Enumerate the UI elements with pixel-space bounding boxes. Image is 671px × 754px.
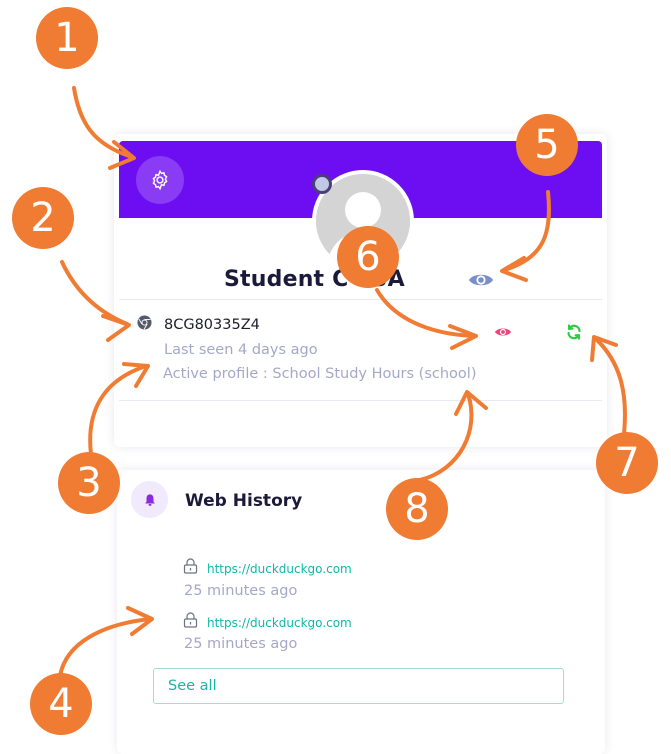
callout-5: 5 xyxy=(516,114,578,176)
callout-7: 7 xyxy=(596,432,658,494)
callout-4: 4 xyxy=(30,673,92,735)
callout-6: 6 xyxy=(337,226,399,288)
callout-8: 8 xyxy=(386,478,448,540)
annotation-arrows xyxy=(58,86,627,678)
callout-3: 3 xyxy=(58,452,120,514)
callout-1: 1 xyxy=(36,7,98,69)
callout-2: 2 xyxy=(12,187,74,249)
